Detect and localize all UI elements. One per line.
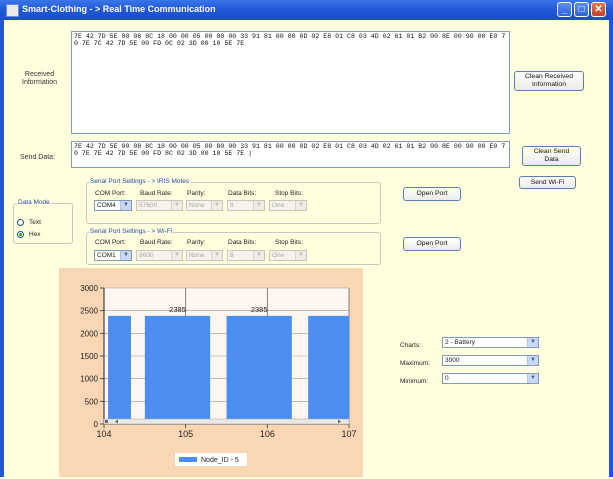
iris-data-bits-select: 8 ▼ [227,200,265,211]
minimum-select[interactable]: 0 ▼ [442,373,539,384]
text-radio-label[interactable]: Text [29,219,41,226]
chevron-down-icon[interactable]: ▼ [527,374,538,383]
chevron-down-icon[interactable]: ▼ [120,251,131,260]
y-tick-label: 3000 [80,284,98,293]
iris-stop-bits-label: Stop Bits: [275,190,303,197]
y-tick-label: 2000 [80,329,98,338]
chevron-down-icon: ▼ [171,201,182,210]
chevron-down-icon[interactable]: ▼ [527,356,538,365]
chevron-down-icon: ▼ [253,251,264,260]
wifi-stop-bits-label: Stop Bits: [275,239,303,246]
wifi-baud-rate-select: 9600 ▼ [136,250,183,261]
charts-label: Charts: [400,342,421,349]
window-frame-left [0,20,4,477]
bar [308,315,349,424]
charts-select[interactable]: 2 - Battery ▼ [442,337,539,348]
y-tick-label: 0 [94,420,99,429]
bar [144,315,211,424]
iris-stop-bits-select: One ▼ [269,200,307,211]
wifi-data-bits-select: 8 ▼ [227,250,265,261]
wifi-com-port-value: COM1 [97,252,116,259]
chevron-down-icon: ▼ [211,201,222,210]
iris-baud-rate-select: 57600 ▼ [136,200,183,211]
scrollbar-thumb-icon[interactable] [105,420,108,423]
maximum-select[interactable]: 3000 ▼ [442,355,539,366]
iris-stop-bits-value: One [272,202,285,209]
iris-com-port-value: COM4 [97,202,116,209]
hex-radio[interactable] [17,231,24,238]
y-tick-label: 2500 [80,307,98,316]
iris-data-bits-label: Data Bits: [228,190,257,197]
iris-parity-label: Parity: [187,190,206,197]
maximum-select-value: 3000 [445,357,460,364]
app-icon [6,4,19,17]
received-information-label: Received Information [22,71,58,86]
bar [108,315,131,424]
minimum-label: Minimum: [400,378,429,385]
bar-data-label: 2385 [251,305,268,314]
clean-received-information-button[interactable]: Clean Received Information [514,71,584,91]
wifi-parity-value: None [189,252,205,259]
chevron-down-icon[interactable]: ▼ [527,338,538,347]
iris-serial-legend: Serial Port Settings - > IRIS Motes [89,178,191,185]
chevron-down-icon: ▼ [211,251,222,260]
wifi-baud-rate-label: Baud Rate: [140,239,173,246]
wifi-parity-label: Parity: [187,239,206,246]
x-tick-label: 106 [260,429,275,439]
window-frame-right [609,20,613,477]
iris-parity-value: None [189,202,205,209]
received-information-textbox[interactable]: 7E 42 7D 5E 00 08 8C 18 00 00 05 00 00 0… [71,31,510,134]
chevron-down-icon: ▼ [253,201,264,210]
send-wifi-button[interactable]: Send Wi-Fi [519,176,576,189]
wifi-data-bits-label: Data Bits: [228,239,257,246]
wifi-com-port-select[interactable]: COM1 ▼ [94,250,132,261]
data-mode-legend: Data Mode [17,199,51,206]
y-tick-label: 1000 [80,375,98,384]
bar-chart: 0 500 1000 1500 2000 2500 3000 104 105 106 107 2385… [80,284,357,466]
wifi-com-port-label: COM Port: [95,239,126,246]
iris-com-port-select[interactable]: COM4 ▼ [94,200,132,211]
iris-parity-select: None ▼ [186,200,223,211]
wifi-stop-bits-value: One [272,252,285,259]
wifi-stop-bits-select: One ▼ [269,250,307,261]
chevron-down-icon: ▼ [295,201,306,210]
send-data-label: Send Data: [20,154,56,161]
maximum-label: Maximum: [400,360,430,367]
wifi-serial-legend: Serial Port Settings - > Wi-Fi [89,228,174,235]
x-tick-label: 105 [178,429,193,439]
x-tick-label: 107 [341,429,356,439]
minimize-button[interactable]: _ [557,2,572,17]
send-data-textbox[interactable]: 7E 42 7D 5E 00 08 8C 18 00 00 05 00 00 0… [71,141,510,168]
text-radio[interactable] [17,219,24,226]
y-tick-label: 500 [85,397,99,406]
iris-open-port-button[interactable]: Open Port [403,187,461,201]
minimum-select-value: 0 [445,375,449,382]
hex-radio-label[interactable]: Hex [29,231,41,238]
charts-select-value: 2 - Battery [445,339,475,346]
window-title: Smart-Clothing - > Real Time Communicati… [22,4,216,14]
iris-data-bits-value: 8 [230,202,234,209]
wifi-parity-select: None ▼ [186,250,223,261]
chevron-down-icon: ▼ [295,251,306,260]
clean-send-data-button[interactable]: Clean Send Data [522,146,581,166]
iris-baud-rate-value: 57600 [139,202,158,209]
wifi-open-port-button[interactable]: Open Port [403,237,461,251]
close-button[interactable]: ✕ [591,2,606,17]
chevron-down-icon: ▼ [171,251,182,260]
x-scrollbar[interactable] [103,418,350,425]
x-tick-label: 104 [96,429,111,439]
bar-data-label: 2385 [169,305,186,314]
maximize-button[interactable]: □ [574,2,589,17]
wifi-baud-rate-value: 9600 [139,252,154,259]
chart-panel: 0 500 1000 1500 2000 2500 3000 104 105 106 107 2385… [59,268,363,477]
title-bar[interactable]: Smart-Clothing - > Real Time Communicati… [0,0,613,20]
legend-label: Node_ID - 5 [201,457,239,464]
bar [226,315,292,424]
wifi-data-bits-value: 8 [230,252,234,259]
y-tick-label: 1500 [80,352,98,361]
iris-baud-rate-label: Baud Rate: [140,190,173,197]
legend-swatch [179,457,197,462]
chevron-down-icon[interactable]: ▼ [120,201,131,210]
iris-com-port-label: COM Port: [95,190,126,197]
